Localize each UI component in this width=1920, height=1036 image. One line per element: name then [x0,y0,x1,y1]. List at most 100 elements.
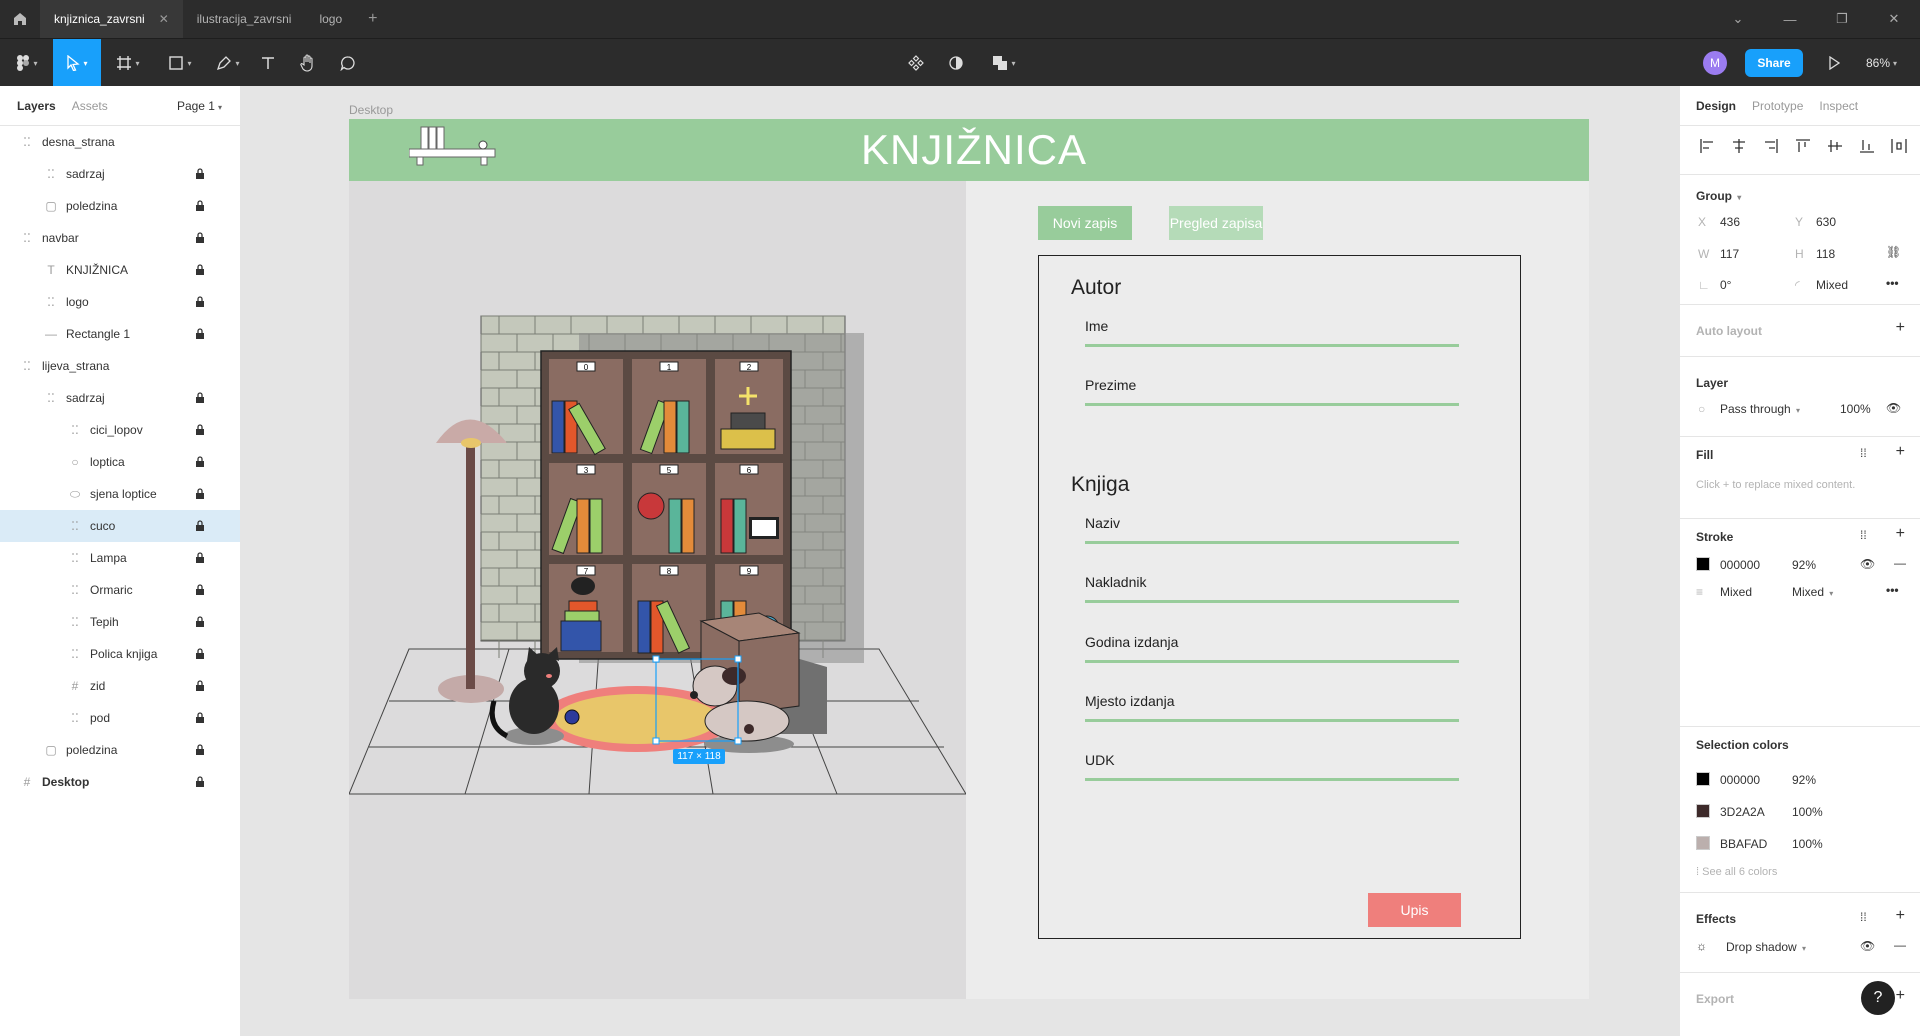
tab-design[interactable]: Design [1696,99,1736,113]
lock-icon[interactable] [195,520,207,532]
new-record-button[interactable]: Novi zapis [1038,206,1132,240]
layer-row[interactable]: ⁚⁚ navbar [0,222,240,254]
avatar[interactable]: M [1703,51,1727,75]
zoom-dropdown[interactable]: 86% ▾ [1866,39,1897,87]
group-label[interactable]: Group ▾ [1696,189,1741,203]
color-swatch[interactable] [1696,804,1710,818]
add-auto-layout-icon[interactable]: + [1896,319,1905,337]
color-swatch[interactable] [1696,836,1710,850]
align-left-icon[interactable] [1694,134,1720,158]
add-fill-icon[interactable]: + [1896,443,1905,461]
layer-row[interactable]: ⁚⁚ cici_lopov [0,414,240,446]
layer-row[interactable]: ⁚⁚ Ormaric [0,574,240,606]
tab-prototype[interactable]: Prototype [1752,99,1803,113]
new-tab-icon[interactable]: + [356,10,389,28]
home-icon[interactable] [0,0,40,38]
align-top-icon[interactable] [1790,134,1816,158]
pen-tool-button[interactable]: ▾ [208,39,248,87]
hand-tool-button[interactable] [292,39,324,87]
layer-row[interactable]: # zid [0,670,240,702]
lock-icon[interactable] [195,776,207,788]
place-field[interactable]: Mjesto izdanja [1085,693,1175,709]
width-input[interactable]: 117 [1720,247,1739,261]
align-vertical-center-icon[interactable] [1822,134,1848,158]
tab-layers[interactable]: Layers [17,99,56,113]
visibility-eye-icon[interactable]: 👁 [1860,939,1875,953]
stroke-color-swatch[interactable] [1696,557,1710,571]
add-stroke-icon[interactable]: + [1896,525,1905,543]
tab-knjiznica-zavrsni[interactable]: knjiznica_zavrsni ✕ [40,0,183,38]
layer-row[interactable]: ⁚⁚ sadrzaj [0,158,240,190]
frame-label[interactable]: Desktop [349,103,393,117]
present-button[interactable] [1822,51,1846,75]
boolean-button[interactable]: ▾ [982,39,1026,87]
x-input[interactable]: 436 [1720,215,1740,229]
share-button[interactable]: Share [1745,49,1803,77]
lock-icon[interactable] [195,680,207,692]
lock-icon[interactable] [195,616,207,628]
canvas[interactable]: Desktop KNJIŽNICA 0 1 2 3 5 6 7 8 9 117 … [241,86,1679,1036]
layer-row[interactable]: ⁚⁚ logo [0,286,240,318]
lock-icon[interactable] [195,168,207,180]
color-opacity[interactable]: 100% [1792,837,1823,851]
udk-field[interactable]: UDK [1085,752,1115,768]
year-field[interactable]: Godina izdanja [1085,634,1178,650]
align-right-icon[interactable] [1758,134,1784,158]
lock-icon[interactable] [195,424,207,436]
color-opacity[interactable]: 92% [1792,773,1816,787]
lock-icon[interactable] [195,456,207,468]
book-title-field[interactable]: Naziv [1085,515,1120,531]
layer-row[interactable]: ▢ poledzina [0,734,240,766]
desktop-frame[interactable]: KNJIŽNICA 0 1 2 3 5 6 7 8 9 117 × 118 No… [349,119,1589,999]
add-export-icon[interactable]: + [1896,987,1905,1005]
layer-row[interactable]: ⁚⁚ lijeva_strana [0,350,240,382]
layer-row[interactable]: T KNJIŽNICA [0,254,240,286]
visibility-eye-icon[interactable]: 👁 [1860,557,1875,571]
library-room-illustration[interactable]: 0 1 2 3 5 6 7 8 9 [349,181,966,999]
remove-stroke-icon[interactable]: — [1894,556,1906,570]
color-hex[interactable]: 3D2A2A [1720,805,1765,819]
more-options-icon[interactable]: ••• [1886,276,1899,290]
stroke-color-input[interactable]: 000000 [1720,558,1760,572]
minimize-icon[interactable]: — [1764,12,1816,27]
visibility-eye-icon[interactable]: 👁 [1886,401,1901,415]
submit-button[interactable]: Upis [1368,893,1461,927]
layer-row[interactable]: ⁚⁚ desna_strana [0,126,240,158]
bookshelf[interactable] [540,350,792,660]
lock-icon[interactable] [195,552,207,564]
rotation-input[interactable]: 0° [1720,278,1731,292]
blend-mode-dropdown[interactable]: Pass through ▾ [1720,402,1800,416]
lock-icon[interactable] [195,488,207,500]
main-menu-button[interactable]: ▾ [8,39,46,87]
first-name-field[interactable]: Ime [1085,318,1108,334]
lock-icon[interactable] [195,328,207,340]
color-hex[interactable]: BBAFAD [1720,837,1767,851]
layer-row[interactable]: ▢ poledzina [0,190,240,222]
layer-opacity-input[interactable]: 100% [1840,402,1871,416]
restore-icon[interactable]: ❐ [1816,11,1868,27]
view-records-button[interactable]: Pregled zapisa [1169,206,1263,240]
publisher-field[interactable]: Nakladnik [1085,574,1146,590]
height-input[interactable]: 118 [1816,247,1835,261]
style-grid-icon[interactable]: ⁞⁞ [1860,446,1867,460]
remove-effect-icon[interactable]: — [1894,938,1906,952]
chevron-down-icon[interactable]: ⌄ [1712,11,1764,27]
layer-row[interactable]: ○ loptica [0,446,240,478]
layer-row[interactable]: ⁚⁚ cuco [0,510,240,542]
mask-button[interactable] [942,39,970,87]
lock-icon[interactable] [195,232,207,244]
lock-icon[interactable] [195,296,207,308]
layer-row[interactable]: ⁚⁚ Lampa [0,542,240,574]
style-grid-icon[interactable]: ⁞⁞ [1860,910,1867,924]
sun-icon[interactable]: ☼ [1696,939,1707,953]
color-opacity[interactable]: 100% [1792,805,1823,819]
page-selector[interactable]: Page 1 ▾ [177,99,222,113]
tab-ilustracija-zavrsni[interactable]: ilustracija_zavrsni [183,0,306,38]
layer-row[interactable]: ⁚⁚ sadrzaj [0,382,240,414]
layer-row[interactable]: ⁚⁚ Polica knjiga [0,638,240,670]
navbar[interactable]: KNJIŽNICA [349,119,1589,181]
color-hex[interactable]: 000000 [1720,773,1760,787]
effect-type-dropdown[interactable]: Drop shadow ▾ [1726,940,1806,954]
constrain-proportions-icon[interactable]: ⛓ [1886,245,1901,259]
stroke-weight-input[interactable]: Mixed [1720,585,1752,599]
